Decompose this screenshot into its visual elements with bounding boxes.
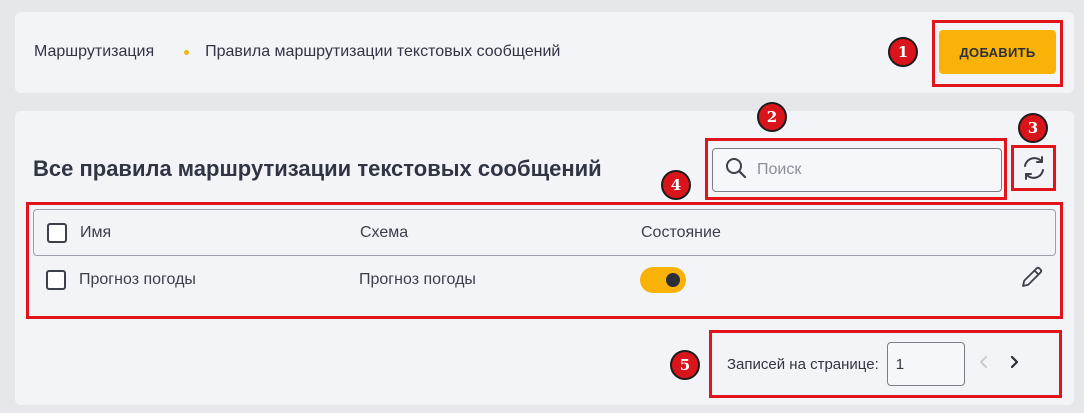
row-checkbox[interactable] (46, 269, 66, 290)
breadcrumb-item-routing[interactable]: Маршрутизация (34, 43, 154, 61)
column-header-state[interactable]: Состояние (641, 224, 721, 242)
breadcrumb: Маршрутизация Правила маршрутизации текс… (34, 43, 560, 61)
annotation-badge-3: 3 (1018, 113, 1048, 143)
chevron-left-icon (978, 355, 990, 374)
row-scheme: Прогноз погоды (359, 270, 476, 288)
next-page-button[interactable] (1003, 353, 1025, 375)
toggle-knob (666, 272, 680, 287)
prev-page-button[interactable] (973, 353, 995, 375)
annotation-badge-1: 1 (888, 37, 918, 67)
annotation-badge-4: 4 (661, 170, 691, 200)
breadcrumb-item-current: Правила маршрутизации текстовых сообщени… (205, 43, 561, 60)
state-toggle[interactable] (640, 266, 686, 293)
table-header: Имя Схема Состояние (33, 209, 1056, 256)
annotation-badge-5: 5 (670, 350, 700, 380)
table-row[interactable]: Прогноз погоды Прогноз погоды (33, 256, 1056, 303)
refresh-button[interactable] (1018, 154, 1050, 186)
annotation-badge-2: 2 (757, 102, 787, 132)
search-icon (725, 157, 747, 184)
breadcrumb-separator-dot (184, 49, 190, 55)
add-button[interactable]: ДОБАВИТЬ (939, 30, 1056, 74)
rules-table: Имя Схема Состояние Прогноз погоды Прогн… (33, 209, 1056, 315)
select-all-checkbox[interactable] (47, 222, 67, 243)
pagination: Записей на странице: (727, 342, 1025, 386)
search-input[interactable] (757, 161, 977, 179)
row-name: Прогноз погоды (79, 270, 196, 288)
column-header-name[interactable]: Имя (80, 224, 111, 242)
rows-per-page-input[interactable] (886, 342, 965, 386)
column-header-scheme[interactable]: Схема (360, 224, 408, 242)
main-card: Все правила маршрутизации текстовых сооб… (15, 111, 1074, 405)
edit-button[interactable] (1019, 265, 1045, 294)
chevron-right-icon (1008, 355, 1020, 374)
pencil-icon (1020, 265, 1044, 294)
page-title: Все правила маршрутизации текстовых сооб… (33, 156, 602, 181)
search-box[interactable] (712, 148, 1002, 192)
rows-per-page-label: Записей на странице: (727, 355, 879, 373)
refresh-icon (1020, 154, 1048, 187)
